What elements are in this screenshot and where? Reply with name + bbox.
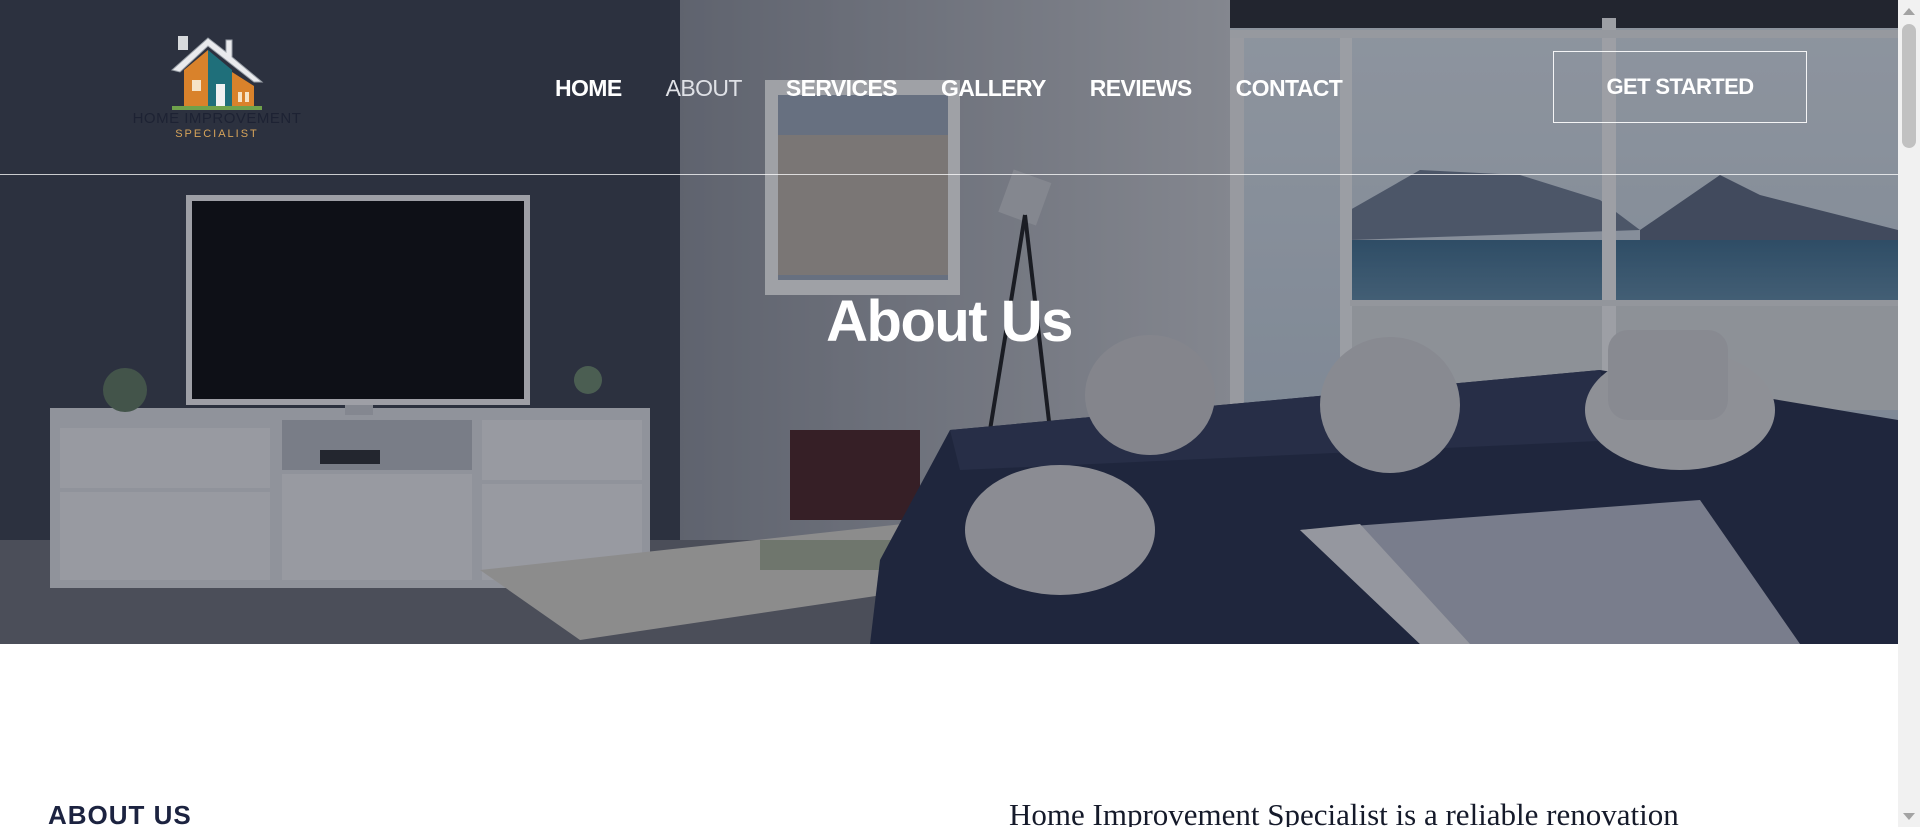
- logo-wordmark: HOME IMPROVEMENT: [132, 110, 302, 127]
- nav-item-gallery[interactable]: GALLERY: [941, 72, 1046, 104]
- nav-item-contact[interactable]: CONTACT: [1236, 72, 1343, 104]
- get-started-button[interactable]: GET STARTED: [1553, 51, 1807, 123]
- house-logo-icon: [170, 36, 264, 110]
- nav-item-about[interactable]: ABOUT: [666, 72, 743, 104]
- page-title: About Us: [826, 289, 1073, 354]
- nav-item-home[interactable]: HOME: [555, 72, 622, 104]
- site-logo[interactable]: HOME IMPROVEMENT SPECIALIST: [122, 32, 312, 144]
- vertical-scrollbar[interactable]: [1898, 0, 1920, 827]
- hero-banner: HOME IMPROVEMENT SPECIALIST HOME ABOUT S…: [0, 0, 1898, 644]
- scroll-down-button[interactable]: [1898, 805, 1920, 827]
- nav-item-reviews[interactable]: REVIEWS: [1090, 72, 1192, 104]
- scroll-up-button[interactable]: [1898, 0, 1920, 22]
- arrow-down-icon: [1903, 812, 1915, 820]
- about-intro-text: Home Improvement Specialist is a reliabl…: [1009, 797, 1679, 827]
- logo-tagline: SPECIALIST: [175, 128, 259, 140]
- scrollbar-thumb[interactable]: [1902, 24, 1916, 148]
- arrow-up-icon: [1903, 7, 1915, 15]
- page: HOME IMPROVEMENT SPECIALIST HOME ABOUT S…: [0, 0, 1898, 827]
- site-header: HOME IMPROVEMENT SPECIALIST HOME ABOUT S…: [0, 0, 1898, 175]
- main-nav: HOME ABOUT SERVICES GALLERY REVIEWS CONT…: [555, 72, 1343, 104]
- about-section-label: ABOUT US: [48, 800, 192, 827]
- nav-item-services[interactable]: SERVICES: [786, 72, 898, 104]
